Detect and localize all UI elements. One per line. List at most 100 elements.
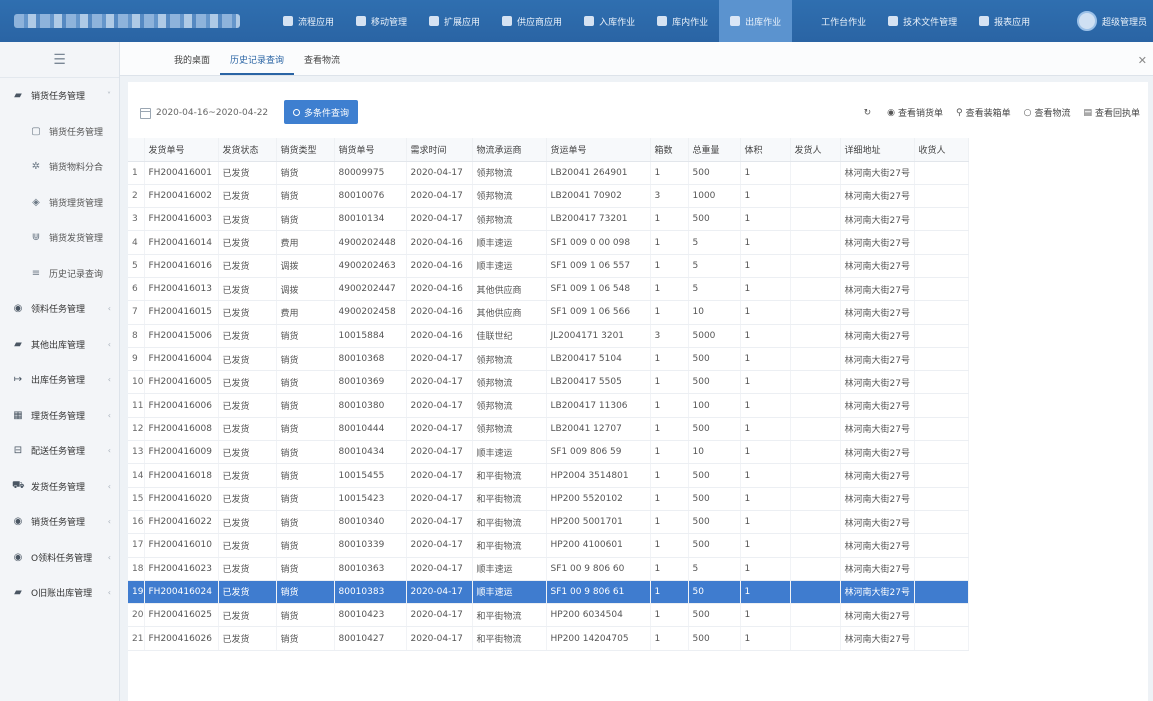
table-cell: FH200416025 [144, 603, 219, 628]
close-tab-icon[interactable]: ✕ [1138, 54, 1147, 67]
sidebar-item[interactable]: ◈ 销货理货管理 [0, 185, 119, 221]
column-header[interactable]: 需求时间 [406, 138, 473, 162]
table-cell: 4900202448 [334, 230, 407, 255]
top-menu-item[interactable]: 扩展应用 [418, 0, 491, 42]
sidebar-item[interactable]: ≡ 历史记录查询 [0, 256, 119, 292]
table-cell: 2020-04-17 [406, 603, 473, 628]
table-row[interactable]: 10 FH200416005 已发货 销货 80010369 2020-04-17 领邦物流… [128, 370, 969, 395]
table-cell [914, 510, 969, 535]
table-row[interactable]: 16 FH200416022 已发货 销货 80010340 2020-04-17 和平街物… [128, 510, 969, 535]
column-header[interactable]: 销货单号 [334, 138, 407, 162]
column-header[interactable]: 收货人 [914, 138, 969, 162]
top-menu-item[interactable]: 出库作业 [719, 0, 793, 42]
table-row[interactable]: 15 FH200416020 已发货 销货 10015423 2020-04-17 和平街物… [128, 487, 969, 511]
toolbar-action[interactable]: ⚲ 查看装箱单 [955, 106, 1011, 120]
table-row[interactable]: 5 FH200416016 已发货 调拨 4900202463 2020-04-16 顺丰速… [128, 254, 969, 278]
table-cell: 2020-04-17 [406, 487, 473, 511]
tab-item[interactable]: 我的桌面 [164, 53, 220, 75]
table-row[interactable]: 18 FH200416023 已发货 销货 80010363 2020-04-17 顺丰速运… [128, 557, 969, 581]
table-cell: FH200416016 [144, 254, 219, 278]
table-cell [790, 393, 841, 418]
table-row[interactable]: 7 FH200416015 已发货 费用 4900202458 2020-04-16 其他供… [128, 300, 969, 325]
top-menu-item[interactable]: 技术文件管理 [877, 0, 968, 42]
sidebar-item[interactable]: ↦ 出库任务管理 ‹ [0, 362, 119, 398]
column-header[interactable]: 总重量 [688, 138, 741, 162]
top-menu-item[interactable]: 入库作业 [573, 0, 646, 42]
sidebar-item[interactable]: ◉ 销货任务管理 ‹ [0, 504, 119, 540]
top-menu-item[interactable]: 流程应用 [272, 0, 345, 42]
sidebar-item[interactable]: ◉ 领料任务管理 ‹ [0, 291, 119, 327]
share-icon: ⚲ [955, 107, 963, 118]
sidebar-item[interactable]: ⋓ 销货发货管理 [0, 220, 119, 256]
table-cell: 1 [650, 440, 689, 465]
column-header[interactable]: 发货状态 [218, 138, 277, 162]
list-icon [730, 16, 741, 26]
table-cell: 2020-04-17 [406, 440, 473, 465]
table-cell: 14 [128, 463, 145, 488]
sidebar-item[interactable]: ▰ O旧账出库管理 ‹ [0, 575, 119, 611]
table-cell: 1 [650, 417, 689, 442]
table-cell: 2 [128, 184, 145, 209]
sidebar-toggle-icon[interactable]: ☰ [0, 42, 119, 78]
top-menu-item[interactable]: 工作台作业 [810, 0, 877, 42]
table-row[interactable]: 12 FH200416008 已发货 销货 80010444 2020-04-17 领邦物流… [128, 417, 969, 442]
column-header[interactable]: 货运单号 [546, 138, 651, 162]
sidebar-item[interactable]: ▰ 其他出库管理 ‹ [0, 327, 119, 363]
sidebar-item[interactable]: ⊟ 配送任务管理 ‹ [0, 433, 119, 469]
table-row[interactable]: 20 FH200416025 已发货 销货 80010423 2020-04-17 和平街物… [128, 603, 969, 628]
toolbar-action[interactable]: ▤ 查看回执单 [1083, 106, 1140, 120]
table-row[interactable]: 11 FH200416006 已发货 销货 80010380 2020-04-17 领邦物流… [128, 393, 969, 418]
table-row[interactable]: 14 FH200416018 已发货 销货 10015455 2020-04-17 和平街物… [128, 463, 969, 488]
table-row[interactable]: 1 FH200416001 已发货 销货 80009975 2020-04-17 领邦物流 L… [128, 161, 969, 185]
table-cell: 1 [740, 254, 791, 278]
toolbar-action[interactable]: ◉ 查看销货单 [887, 106, 943, 120]
user-name[interactable]: 超级管理员 [1102, 15, 1147, 28]
avatar[interactable] [1076, 11, 1097, 31]
toolbar-action[interactable]: ↻ [864, 108, 875, 118]
table-cell [790, 324, 841, 348]
date-range-value[interactable]: 2020-04-16~2020-04-22 [156, 108, 268, 118]
sidebar-item[interactable]: ◉ O领料任务管理 ‹ [0, 540, 119, 576]
table-row[interactable]: 21 FH200416026 已发货 销货 80010427 2020-04-17 和平街物… [128, 626, 969, 651]
table-row[interactable]: 6 FH200416013 已发货 调拨 4900202447 2020-04-16 其他供… [128, 277, 969, 302]
sidebar-item[interactable]: ▢ 销货任务管理 [0, 114, 119, 150]
table-cell: 顺丰速运 [472, 254, 547, 278]
table-row[interactable]: 4 FH200416014 已发货 费用 4900202448 2020-04-16 顺丰速… [128, 230, 969, 255]
column-header[interactable]: 发货人 [790, 138, 841, 162]
top-menu-item[interactable]: 库内作业 [646, 0, 719, 42]
user-circle-icon [502, 16, 513, 26]
column-header[interactable]: 体积 [740, 138, 791, 162]
table-cell: 6 [128, 277, 145, 302]
toolbar-action[interactable]: ○ 查看物流 [1024, 106, 1071, 120]
table-cell [790, 557, 841, 581]
tab-item[interactable]: 查看物流 [294, 53, 350, 75]
column-header[interactable]: 详细地址 [840, 138, 915, 162]
table-row[interactable]: 17 FH200416010 已发货 销货 80010339 2020-04-17 和平街物… [128, 533, 969, 558]
table-row[interactable]: 3 FH200416003 已发货 销货 80010134 2020-04-17 领邦物流 L… [128, 207, 969, 232]
column-header[interactable]: 发货单号 [144, 138, 219, 162]
sidebar-item[interactable]: ▰ 销货任务管理 ˅ [0, 78, 119, 114]
sidebar-item[interactable]: ⛟ 发货任务管理 ‹ [0, 469, 119, 505]
table-row[interactable]: 9 FH200416004 已发货 销货 80010368 2020-04-17 领邦物流 L… [128, 347, 969, 372]
table-cell: FH200416008 [144, 417, 219, 442]
table-cell: 2020-04-17 [406, 393, 473, 418]
column-header[interactable] [128, 138, 145, 162]
multi-condition-query-button[interactable]: 多条件查询 [284, 100, 359, 124]
top-menu-item[interactable]: 移动管理 [345, 0, 418, 42]
table-cell: 13 [128, 440, 145, 465]
table-row[interactable]: 8 FH200415006 已发货 销货 10015884 2020-04-16 佳联世纪 J… [128, 324, 969, 348]
column-header[interactable]: 物流承运商 [472, 138, 547, 162]
column-header[interactable]: 箱数 [650, 138, 689, 162]
sidebar-item[interactable]: ✲ 销货物料分合 [0, 149, 119, 185]
top-menu-item[interactable]: 供应商应用 [491, 0, 573, 42]
top-menu-item[interactable]: 报表应用 [968, 0, 1041, 42]
table-cell: FH200416026 [144, 626, 219, 651]
column-header[interactable]: 销货类型 [276, 138, 335, 162]
tab-item[interactable]: 历史记录查询 [220, 53, 295, 75]
table-row[interactable]: 2 FH200416002 已发货 销货 80010076 2020-04-17 领邦物流 L… [128, 184, 969, 209]
user-menu[interactable]: 超级管理员 [1076, 0, 1153, 42]
table-row[interactable]: 13 FH200416009 已发货 销货 80010434 2020-04-17 顺丰速运… [128, 440, 969, 465]
date-range-input[interactable]: 2020-04-16~2020-04-22 [140, 104, 268, 122]
sidebar-item[interactable]: ▦ 理货任务管理 ‹ [0, 398, 119, 434]
table-row[interactable]: 19 FH200416024 已发货 销货 80010383 2020-04-17 顺丰速运… [128, 580, 969, 605]
